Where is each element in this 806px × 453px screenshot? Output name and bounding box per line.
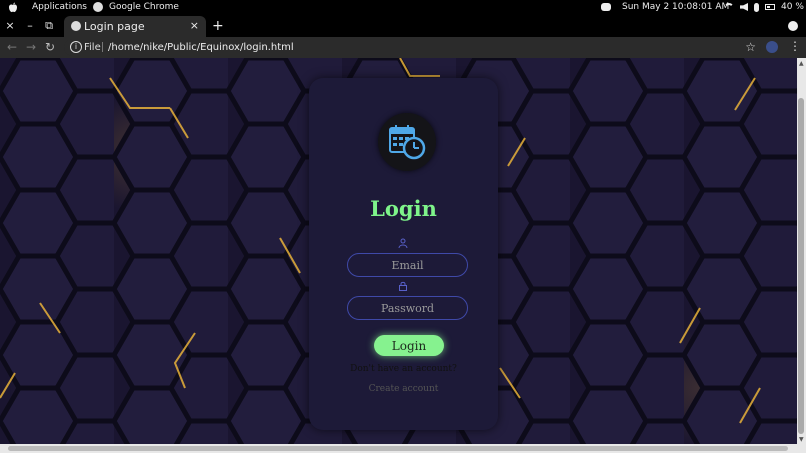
page-content: Login Login Don't have an account? Creat… (0, 58, 797, 444)
url-text[interactable]: /home/nike/Public/Equinox/login.html (108, 42, 294, 53)
new-tab-button[interactable]: + (212, 18, 224, 34)
forward-icon[interactable]: → (26, 40, 36, 54)
mic-icon[interactable] (754, 2, 759, 12)
vertical-scrollbar[interactable]: ▲ ▼ (797, 58, 806, 444)
system-bar: Applications Google Chrome Sun May 2 10:… (0, 0, 806, 16)
tab-bar: × – ⧉ Login page × + (0, 16, 806, 37)
login-card: Login Login Don't have an account? Creat… (309, 78, 498, 430)
scroll-thumb[interactable] (798, 98, 804, 434)
logo (378, 113, 436, 171)
globe-icon (71, 21, 81, 31)
reload-icon[interactable]: ↻ (45, 40, 55, 54)
clock[interactable]: Sun May 2 10:08:01 AM (622, 2, 729, 12)
scroll-down-icon[interactable]: ▼ (799, 436, 804, 443)
password-field[interactable] (347, 296, 468, 320)
window-minimize-button[interactable]: – (24, 20, 36, 32)
separator (102, 42, 103, 52)
wifi-icon[interactable] (724, 3, 734, 11)
horizontal-scrollbar[interactable] (0, 444, 806, 453)
tab-login-page[interactable]: Login page × (64, 16, 206, 37)
battery-icon[interactable] (765, 4, 775, 10)
back-icon[interactable]: ← (7, 40, 17, 54)
battery-level: 40 % (781, 2, 804, 12)
profile-icon[interactable] (788, 21, 798, 31)
tab-close-button[interactable]: × (190, 19, 199, 32)
browser-toolbar: ← → ↻ i File /home/nike/Public/Equinox/l… (0, 37, 806, 58)
tab-title: Login page (84, 20, 145, 33)
menu-icon[interactable]: ⋮ (789, 39, 801, 53)
user-icon (398, 238, 408, 248)
applications-menu[interactable]: Applications (32, 2, 87, 12)
scroll-up-icon[interactable]: ▲ (799, 60, 804, 67)
active-app-label[interactable]: Google Chrome (109, 2, 179, 12)
apple-icon[interactable] (8, 2, 18, 13)
calendar-clock-icon (389, 125, 426, 160)
login-button[interactable]: Login (374, 335, 444, 356)
horizontal-scroll-thumb[interactable] (8, 446, 788, 451)
chrome-icon (93, 2, 103, 12)
window-restore-button[interactable]: ⧉ (43, 20, 55, 32)
file-scheme-label: File (84, 42, 101, 53)
discord-icon[interactable] (601, 3, 611, 11)
lock-icon (399, 281, 407, 291)
avatar[interactable] (766, 41, 778, 53)
login-title: Login (370, 196, 437, 221)
address-bar[interactable]: i File /home/nike/Public/Equinox/login.h… (64, 39, 761, 56)
create-account-link[interactable]: Create account (309, 384, 498, 394)
star-icon[interactable]: ☆ (745, 40, 756, 54)
system-tray: 40 % (724, 2, 804, 12)
email-field[interactable] (347, 253, 468, 277)
no-account-text: Don't have an account? (350, 364, 457, 374)
window-close-button[interactable]: × (4, 20, 16, 32)
info-icon[interactable]: i (70, 41, 82, 53)
volume-icon[interactable] (740, 3, 748, 11)
